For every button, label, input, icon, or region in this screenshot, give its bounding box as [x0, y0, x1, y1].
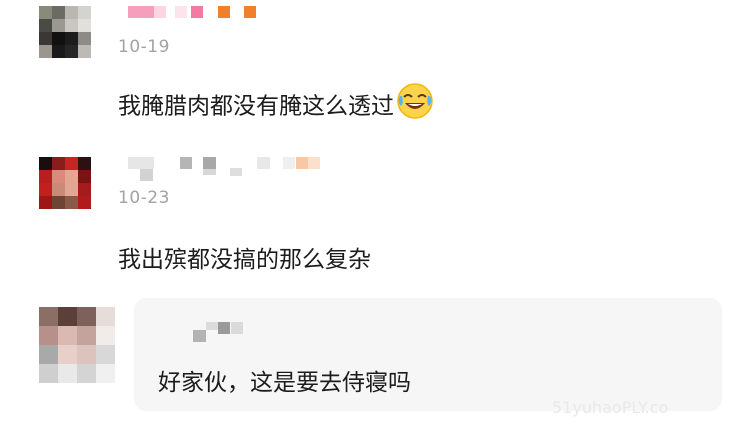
avatar-pixel — [52, 157, 65, 170]
avatar-pixel — [52, 170, 65, 183]
avatar-pixel — [39, 345, 58, 364]
avatar-pixel — [52, 32, 65, 45]
avatar[interactable] — [39, 157, 91, 209]
name-block — [175, 6, 187, 18]
avatar-pixel — [39, 157, 52, 170]
laughing-tears-emoji-icon — [396, 82, 434, 126]
avatar-pixel — [65, 19, 78, 32]
comment-date: 10-19 — [118, 37, 170, 57]
avatar-pixel — [39, 307, 58, 326]
name-block — [296, 157, 308, 169]
name-block — [203, 169, 216, 175]
avatar-pixel — [58, 307, 77, 326]
comment-text: 我出殡都没搞的那么复杂 — [118, 247, 371, 273]
avatar-pixel — [58, 326, 77, 345]
name-block — [193, 330, 206, 342]
avatar-pixel — [77, 307, 96, 326]
avatar-pixel — [78, 32, 91, 45]
avatar-pixel — [39, 196, 52, 209]
name-block — [206, 322, 218, 330]
name-block — [128, 157, 154, 169]
avatar-pixel — [39, 170, 52, 183]
avatar-pixel — [96, 307, 115, 326]
avatar-pixel — [39, 19, 52, 32]
avatar-pixel — [96, 364, 115, 383]
avatar-pixel — [65, 157, 78, 170]
avatar-pixel — [78, 196, 91, 209]
avatar-pixel — [39, 326, 58, 345]
avatar-pixel — [78, 170, 91, 183]
name-block — [128, 6, 154, 18]
name-block — [154, 6, 166, 18]
reply-text: 好家伙，这是要去侍寝吗 — [158, 370, 411, 396]
avatar-pixel — [78, 157, 91, 170]
avatar-pixel — [39, 6, 52, 19]
avatar-pixel — [78, 19, 91, 32]
avatar-pixel — [52, 196, 65, 209]
avatar[interactable] — [39, 307, 115, 383]
avatar-pixel — [65, 6, 78, 19]
avatar-pixel — [65, 32, 78, 45]
name-block — [231, 322, 243, 334]
avatar-pixel — [65, 45, 78, 58]
avatar-pixel — [58, 345, 77, 364]
avatar-pixel — [77, 345, 96, 364]
name-block — [218, 322, 230, 334]
name-block — [140, 169, 153, 181]
avatar-pixel — [52, 45, 65, 58]
comment-date: 10-23 — [118, 188, 170, 208]
name-block — [230, 168, 242, 176]
name-block — [180, 157, 192, 169]
avatar-pixel — [39, 364, 58, 383]
name-block — [308, 157, 320, 169]
avatar-pixel — [52, 19, 65, 32]
avatar-pixel — [39, 32, 52, 45]
comment-text-content: 我腌腊肉都没有腌这么透过 — [118, 93, 394, 120]
avatar-pixel — [39, 45, 52, 58]
name-block — [244, 6, 256, 18]
avatar-pixel — [39, 183, 52, 196]
name-block — [218, 6, 230, 18]
watermark: 51yuhaoPLY.co — [552, 398, 669, 417]
avatar-pixel — [52, 6, 65, 19]
avatar-pixel — [96, 326, 115, 345]
avatar-pixel — [65, 170, 78, 183]
name-block — [203, 157, 216, 169]
name-block — [191, 6, 203, 18]
avatar-pixel — [77, 326, 96, 345]
avatar-pixel — [78, 183, 91, 196]
avatar-pixel — [96, 345, 115, 364]
comment-text: 我腌腊肉都没有腌这么透过 — [118, 82, 434, 129]
avatar-pixel — [78, 45, 91, 58]
avatar[interactable] — [39, 6, 91, 58]
avatar-pixel — [78, 6, 91, 19]
avatar-pixel — [77, 364, 96, 383]
avatar-pixel — [65, 196, 78, 209]
name-block — [283, 157, 295, 169]
avatar-pixel — [58, 364, 77, 383]
name-block — [257, 157, 270, 169]
avatar-pixel — [52, 183, 65, 196]
avatar-pixel — [65, 183, 78, 196]
